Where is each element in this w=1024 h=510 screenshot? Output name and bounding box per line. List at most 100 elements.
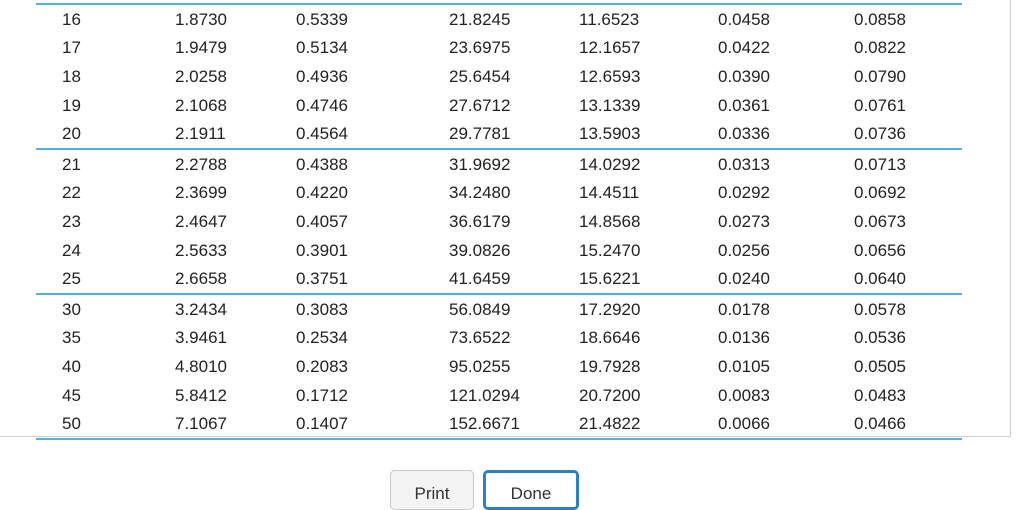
table-cell: 73.6522 xyxy=(449,328,511,348)
table-cell: 0.0578 xyxy=(854,299,906,319)
table-row: 35 3.9461 0.2534 73.6522 18.6646 0.0136 … xyxy=(36,324,962,353)
table-row: 30 3.2434 0.3083 56.0849 17.2920 0.0178 … xyxy=(36,295,962,324)
table-cell: 0.2534 xyxy=(296,328,348,348)
table-cell: 0.4220 xyxy=(296,183,348,203)
table-cell: 0.0822 xyxy=(854,38,906,58)
table-cell: 0.0390 xyxy=(718,66,770,86)
period-cell: 24 xyxy=(62,240,81,260)
table-cell: 0.0136 xyxy=(718,328,770,348)
table-cell: 5.8412 xyxy=(175,385,227,405)
table-cell: 95.0255 xyxy=(449,356,511,376)
table-row: 23 2.4647 0.4057 36.6179 14.8568 0.0273 … xyxy=(36,207,962,236)
table-cell: 12.1657 xyxy=(579,38,641,58)
table-cell: 7.1067 xyxy=(175,414,227,434)
table-cell: 20.7200 xyxy=(579,385,641,405)
table-cell: 14.4511 xyxy=(579,183,640,203)
table-row: 17 1.9479 0.5134 23.6975 12.1657 0.0422 … xyxy=(36,34,962,63)
table-cell: 12.6593 xyxy=(579,66,641,86)
period-cell: 22 xyxy=(62,183,81,203)
table-cell: 23.6975 xyxy=(449,38,511,58)
table-cell: 31.9692 xyxy=(449,154,511,174)
table-cell: 2.2788 xyxy=(175,154,227,174)
table-cell: 2.1911 xyxy=(175,124,226,144)
table-row-group: 21 2.2788 0.4388 31.9692 14.0292 0.0313 … xyxy=(36,147,962,293)
table-cell: 3.9461 xyxy=(175,328,227,348)
table-cell: 0.0105 xyxy=(718,356,770,376)
table-cell: 21.4822 xyxy=(579,414,641,434)
table-cell: 17.2920 xyxy=(579,299,641,319)
table-cell: 11.6523 xyxy=(579,9,640,29)
table-cell: 0.0083 xyxy=(718,385,770,405)
table-row-group: 30 3.2434 0.3083 56.0849 17.2920 0.0178 … xyxy=(36,292,962,440)
table-cell: 0.0240 xyxy=(718,269,770,289)
table-row: 24 2.5633 0.3901 39.0826 15.2470 0.0256 … xyxy=(36,236,962,265)
table-cell: 3.2434 xyxy=(175,299,227,319)
table-cell: 0.0466 xyxy=(854,414,906,434)
table-cell: 2.5633 xyxy=(175,240,227,260)
table-cell: 0.0713 xyxy=(854,154,906,174)
table-cell: 15.6221 xyxy=(579,269,641,289)
table-row: 25 2.6658 0.3751 41.6459 15.6221 0.0240 … xyxy=(36,264,962,293)
period-cell: 45 xyxy=(62,385,81,405)
table-row: 45 5.8412 0.1712 121.0294 20.7200 0.0083… xyxy=(36,381,962,410)
table-cell: 2.6658 xyxy=(175,269,227,289)
table-cell: 1.8730 xyxy=(175,9,227,29)
done-button[interactable]: Done xyxy=(483,470,579,510)
table-row: 40 4.8010 0.2083 95.0255 19.7928 0.0105 … xyxy=(36,352,962,381)
table-cell: 0.5134 xyxy=(296,38,348,58)
table-cell: 15.2470 xyxy=(579,240,641,260)
table-cell: 0.4057 xyxy=(296,211,348,231)
table-cell: 0.0536 xyxy=(854,328,906,348)
table-cell: 0.0640 xyxy=(854,269,906,289)
table-cell: 19.7928 xyxy=(579,356,641,376)
period-cell: 23 xyxy=(62,211,81,231)
table-cell: 0.0336 xyxy=(718,124,770,144)
table-cell: 25.6454 xyxy=(449,66,511,86)
table-cell: 13.5903 xyxy=(579,124,641,144)
table-cell: 14.8568 xyxy=(579,211,641,231)
table-cell: 0.1712 xyxy=(296,385,348,405)
table-cell: 0.0736 xyxy=(854,124,906,144)
table-cell: 0.0178 xyxy=(718,299,770,319)
table-cell: 2.1068 xyxy=(175,95,227,115)
table-row-group: 16 1.8730 0.5339 21.8245 11.6523 0.0458 … xyxy=(36,3,962,148)
table-cell: 0.0066 xyxy=(718,414,770,434)
table-cell: 0.3751 xyxy=(296,269,348,289)
table-cell: 0.0422 xyxy=(718,38,770,58)
table-cell: 0.0292 xyxy=(718,183,770,203)
table-cell: 0.0361 xyxy=(718,95,770,115)
table-cell: 36.6179 xyxy=(449,211,511,231)
table-cell: 27.6712 xyxy=(449,95,511,115)
table-row: 19 2.1068 0.4746 27.6712 13.1339 0.0361 … xyxy=(36,91,962,120)
period-cell: 19 xyxy=(62,95,81,115)
table-cell: 0.1407 xyxy=(296,414,348,434)
table-cell: 29.7781 xyxy=(449,124,511,144)
period-cell: 20 xyxy=(62,124,81,144)
table-cell: 0.5339 xyxy=(296,9,348,29)
table-cell: 2.4647 xyxy=(175,211,227,231)
table-cell: 0.4564 xyxy=(296,124,348,144)
period-cell: 40 xyxy=(62,356,81,376)
period-cell: 17 xyxy=(62,38,81,58)
table-cell: 14.0292 xyxy=(579,154,641,174)
period-cell: 18 xyxy=(62,66,81,86)
table-cell: 39.0826 xyxy=(449,240,511,260)
table-row: 22 2.3699 0.4220 34.2480 14.4511 0.0292 … xyxy=(36,179,962,208)
table-cell: 0.0656 xyxy=(854,240,906,260)
period-cell: 35 xyxy=(62,328,81,348)
period-cell: 21 xyxy=(62,154,81,174)
table-cell: 0.3083 xyxy=(296,299,348,319)
table-cell: 2.0258 xyxy=(175,66,227,86)
table-cell: 18.6646 xyxy=(579,328,641,348)
print-button[interactable]: Print xyxy=(390,470,474,510)
table-cell: 152.6671 xyxy=(449,414,520,434)
table-row: 50 7.1067 0.1407 152.6671 21.4822 0.0066… xyxy=(36,409,962,438)
interest-factor-table: 16 1.8730 0.5339 21.8245 11.6523 0.0458 … xyxy=(36,3,962,440)
table-cell: 1.9479 xyxy=(175,38,227,58)
table-cell: 0.4388 xyxy=(296,154,348,174)
table-cell: 0.0458 xyxy=(718,9,770,29)
table-row: 20 2.1911 0.4564 29.7781 13.5903 0.0336 … xyxy=(36,119,962,148)
table-cell: 0.0692 xyxy=(854,183,906,203)
table-cell: 0.0858 xyxy=(854,9,906,29)
table-cell: 13.1339 xyxy=(579,95,641,115)
